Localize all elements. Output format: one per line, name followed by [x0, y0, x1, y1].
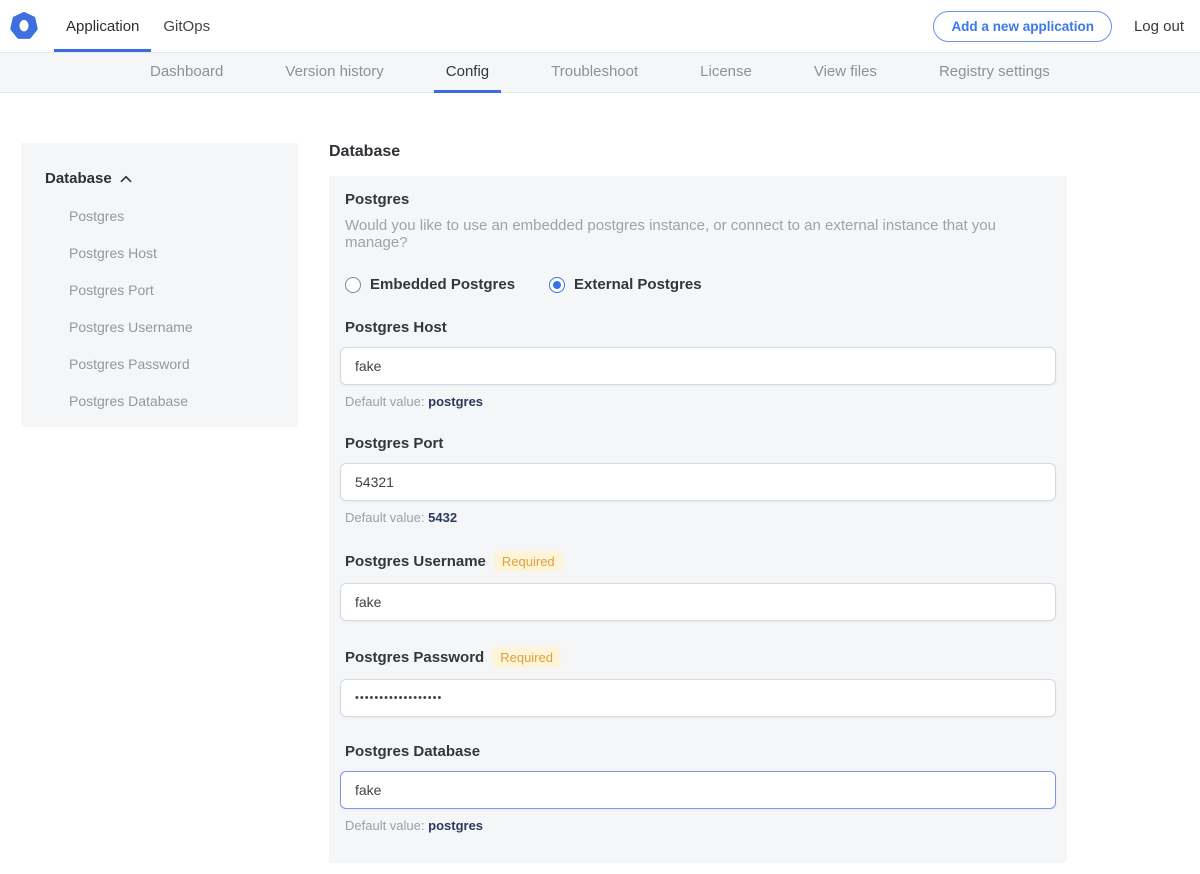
sidebar-item-postgres-host[interactable]: Postgres Host — [69, 245, 278, 261]
subnav-tab-dashboard-label: Dashboard — [150, 63, 223, 80]
postgres-host-input[interactable] — [340, 347, 1056, 385]
field-postgres-database: Postgres Database Default value: postgre… — [340, 743, 1056, 833]
postgres-host-label: Postgres Host — [345, 319, 447, 336]
subnav-tab-view-files[interactable]: View files — [802, 53, 889, 93]
radio-unselected-icon[interactable] — [345, 277, 361, 293]
postgres-group-label: Postgres — [345, 191, 1056, 208]
radio-embedded-postgres[interactable]: Embedded Postgres — [345, 276, 515, 293]
subnav-tab-registry-settings-label: Registry settings — [939, 63, 1050, 80]
subnav-tab-license-label: License — [700, 63, 752, 80]
subnav-tab-troubleshoot[interactable]: Troubleshoot — [539, 53, 650, 93]
subnav-tab-dashboard[interactable]: Dashboard — [138, 53, 235, 93]
config-main: Database Postgres Would you like to use … — [329, 143, 1067, 874]
sidebar-item-postgres-database[interactable]: Postgres Database — [69, 393, 278, 409]
subnav-tab-registry-settings[interactable]: Registry settings — [927, 53, 1062, 93]
tab-application-label: Application — [66, 18, 139, 35]
postgres-radio-group: Embedded Postgres External Postgres — [345, 276, 1056, 293]
replicated-logo-icon — [10, 12, 38, 40]
postgres-username-input[interactable] — [340, 583, 1056, 621]
tab-application[interactable]: Application — [54, 3, 151, 52]
postgres-port-input[interactable] — [340, 463, 1056, 501]
subnav-tab-troubleshoot-label: Troubleshoot — [551, 63, 638, 80]
radio-external-postgres-label: External Postgres — [574, 276, 702, 293]
postgres-password-input[interactable] — [340, 679, 1056, 717]
postgres-port-label: Postgres Port — [345, 435, 443, 452]
postgres-help-text: Would you like to use an embedded postgr… — [345, 217, 1056, 251]
logout-link[interactable]: Log out — [1134, 18, 1184, 35]
subnav-tab-version-history-label: Version history — [285, 63, 383, 80]
default-value: 5432 — [428, 510, 457, 525]
default-label: Default value: — [345, 818, 425, 833]
subnav-tab-config-label: Config — [446, 63, 489, 80]
sidebar-group-database-label: Database — [45, 170, 112, 187]
default-label: Default value: — [345, 510, 425, 525]
top-navigation: Application GitOps Add a new application… — [0, 0, 1200, 52]
default-value: postgres — [428, 818, 483, 833]
default-value: postgres — [428, 394, 483, 409]
postgres-host-default: Default value: postgres — [345, 394, 1056, 409]
topnav-spacer — [222, 0, 933, 52]
radio-embedded-postgres-label: Embedded Postgres — [370, 276, 515, 293]
config-sidebar: Database Postgres Postgres Host Postgres… — [21, 143, 298, 427]
postgres-username-label: Postgres Username — [345, 553, 486, 570]
postgres-database-label: Postgres Database — [345, 743, 480, 760]
add-new-application-button[interactable]: Add a new application — [933, 11, 1112, 42]
field-postgres-password: Postgres Password Required — [340, 647, 1056, 717]
tab-gitops-label: GitOps — [163, 18, 210, 35]
sidebar-item-postgres-port[interactable]: Postgres Port — [69, 282, 278, 298]
postgres-port-default: Default value: 5432 — [345, 510, 1056, 525]
database-config-panel: Postgres Would you like to use an embedd… — [329, 176, 1067, 863]
field-postgres-username: Postgres Username Required — [340, 551, 1056, 621]
section-heading: Database — [329, 143, 1067, 161]
postgres-database-input[interactable] — [340, 771, 1056, 809]
sidebar-item-postgres-password[interactable]: Postgres Password — [69, 356, 278, 372]
radio-selected-icon[interactable] — [549, 277, 565, 293]
default-label: Default value: — [345, 394, 425, 409]
chevron-up-icon — [120, 175, 132, 183]
radio-external-postgres[interactable]: External Postgres — [549, 276, 702, 293]
subnav-tab-view-files-label: View files — [814, 63, 877, 80]
postgres-password-label: Postgres Password — [345, 649, 484, 666]
required-badge: Required — [494, 551, 563, 572]
field-postgres-host: Postgres Host Default value: postgres — [340, 319, 1056, 409]
config-page: Database Postgres Postgres Host Postgres… — [0, 93, 1200, 874]
app-sub-navigation: Dashboard Version history Config Trouble… — [0, 52, 1200, 93]
subnav-tab-version-history[interactable]: Version history — [273, 53, 395, 93]
subnav-tab-license[interactable]: License — [688, 53, 764, 93]
sidebar-item-postgres-username[interactable]: Postgres Username — [69, 319, 278, 335]
field-postgres-port: Postgres Port Default value: 5432 — [340, 435, 1056, 525]
subnav-tab-config[interactable]: Config — [434, 53, 501, 93]
required-badge: Required — [492, 647, 561, 668]
sidebar-item-postgres[interactable]: Postgres — [69, 208, 278, 224]
sidebar-group-database[interactable]: Database — [45, 170, 278, 187]
postgres-database-default: Default value: postgres — [345, 818, 1056, 833]
app-logo[interactable] — [10, 0, 38, 52]
tab-gitops[interactable]: GitOps — [151, 3, 222, 52]
